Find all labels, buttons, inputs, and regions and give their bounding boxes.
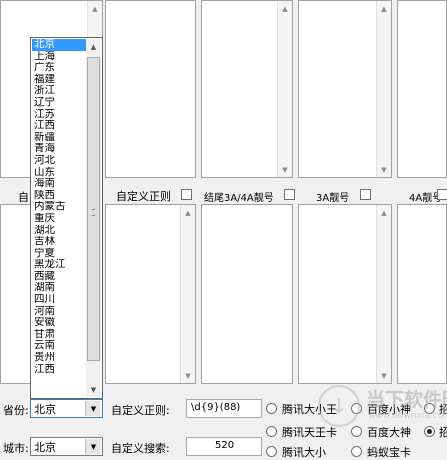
list-pane-9[interactable]: ▲ ▼ xyxy=(298,204,392,384)
3a-label: 3A靓号 xyxy=(316,193,350,204)
scrollbar[interactable]: ▲ ▼ xyxy=(277,1,292,177)
province-option[interactable]: 海南 xyxy=(32,178,87,190)
scroll-down-icon[interactable]: ▼ xyxy=(278,162,292,177)
scroll-up-icon[interactable]: ▲ xyxy=(88,1,102,16)
province-option[interactable]: 福建 xyxy=(32,74,87,86)
province-option[interactable]: 江西 xyxy=(32,364,87,376)
custom-regex-filter-label: 自定义正则 xyxy=(116,190,171,203)
radio-tencent-small[interactable] xyxy=(266,446,277,457)
list-pane-7[interactable]: ▲ ▼ xyxy=(105,204,196,384)
radio-ant-card[interactable] xyxy=(351,446,362,457)
province-option[interactable]: 四川 xyxy=(32,294,87,306)
scroll-up-icon[interactable]: ▲ xyxy=(278,1,292,16)
province-option[interactable]: 辽宁 xyxy=(32,97,87,109)
province-select-value: 北京 xyxy=(34,403,56,416)
regex-label: 自定义正则: xyxy=(111,404,170,417)
4a-checkbox[interactable] xyxy=(437,189,447,200)
tail-3a4a-checkbox[interactable] xyxy=(284,189,295,200)
province-option[interactable]: 内蒙古 xyxy=(32,201,87,213)
regex-input[interactable]: \d{9}(88) xyxy=(186,399,262,418)
province-select[interactable]: 北京 ▼ xyxy=(30,399,103,418)
radio-tencent-tianwang[interactable] xyxy=(266,426,277,437)
watermark-subtitle: www.downxia.com xyxy=(368,411,447,421)
province-dropdown-list[interactable]: 北京 上海 广东 福建 浙江 辽宁 江苏 江西 新疆 青海 河北 山东 海南 陕西 内蒙古 重庆 湖北 吉林 宁夏黑… xyxy=(30,37,103,399)
search-input[interactable]: 520 xyxy=(186,437,262,456)
province-option[interactable]: 上海 xyxy=(32,51,87,63)
custom-regex-checkbox[interactable] xyxy=(181,189,192,200)
scroll-up-icon[interactable]: ▲ xyxy=(181,205,195,220)
chevron-down-icon[interactable]: ▼ xyxy=(85,439,101,454)
province-option[interactable]: 河北 xyxy=(32,155,87,167)
province-option[interactable]: 甘肃 xyxy=(32,329,87,341)
province-option[interactable]: 陕西 xyxy=(32,190,87,202)
downxia-logo-icon: ↓ xyxy=(318,385,360,427)
radio-tencent-small-label: 腾讯大小 xyxy=(282,446,326,459)
province-option[interactable]: 青海 xyxy=(32,143,87,155)
province-option[interactable]: 新疆 xyxy=(32,132,87,144)
list-pane-5[interactable] xyxy=(397,0,447,178)
list-pane-10[interactable] xyxy=(397,204,447,384)
watermark: ↓ 当下软件园 www.downxia.com xyxy=(318,383,447,438)
province-option[interactable]: 贵州 xyxy=(32,352,87,364)
list-pane-3[interactable]: ▲ ▼ xyxy=(201,0,293,178)
scroll-down-icon[interactable]: ▼ xyxy=(377,368,391,383)
province-option[interactable]: 浙江 xyxy=(32,85,87,97)
province-option[interactable]: 黑龙江 xyxy=(32,259,87,271)
province-option[interactable]: 宁夏 xyxy=(32,248,87,260)
scroll-down-icon[interactable]: ▼ xyxy=(377,162,391,177)
scrollbar[interactable]: ▲ ▼ xyxy=(376,1,391,177)
scroll-up-icon[interactable]: ▲ xyxy=(86,39,101,54)
city-label: 城市: xyxy=(3,442,29,455)
province-option[interactable]: 江苏 xyxy=(32,109,87,121)
province-option[interactable]: 西藏 xyxy=(32,271,87,283)
province-option[interactable]: 湖南 xyxy=(32,282,87,294)
province-option[interactable]: 安徽 xyxy=(32,317,87,329)
city-select-value: 北京 xyxy=(34,441,56,454)
province-option[interactable]: 北京 xyxy=(32,39,87,51)
radio-ant-card-label: 蚂蚁宝卡 xyxy=(367,446,411,459)
3a-checkbox[interactable] xyxy=(360,189,371,200)
scroll-down-icon[interactable]: ▼ xyxy=(86,382,101,397)
watermark-title: 当下软件园 xyxy=(366,389,447,411)
province-option[interactable]: 山东 xyxy=(32,167,87,179)
scroll-up-icon[interactable]: ▲ xyxy=(377,205,391,220)
scrollbar[interactable]: ▲ ▼ xyxy=(376,205,391,383)
scrollbar[interactable]: ▲ ▼ xyxy=(180,205,195,383)
radio-tencent-king[interactable] xyxy=(266,403,277,414)
province-option[interactable]: 重庆 xyxy=(32,213,87,225)
province-label: 省份: xyxy=(3,404,29,417)
search-label: 自定义搜索: xyxy=(111,442,170,455)
scroll-thumb[interactable] xyxy=(87,57,100,361)
dropdown-scrollbar[interactable]: ▲ ▼ xyxy=(86,39,101,397)
province-option[interactable]: 湖北 xyxy=(32,225,87,237)
filter-label-col1: 自 xyxy=(18,191,29,204)
scroll-up-icon[interactable]: ▲ xyxy=(377,1,391,16)
province-option[interactable]: 河南 xyxy=(32,306,87,318)
province-option[interactable]: 云南 xyxy=(32,340,87,352)
province-option[interactable]: 广东 xyxy=(32,62,87,74)
list-pane-4[interactable]: ▲ ▼ xyxy=(298,0,392,178)
tail-3a4a-label: 结尾3A/4A靓号 xyxy=(204,193,274,204)
chevron-down-icon[interactable]: ▼ xyxy=(85,401,101,416)
province-option[interactable]: 吉林 xyxy=(32,236,87,248)
scroll-down-icon[interactable]: ▼ xyxy=(181,368,195,383)
province-options: 北京 上海 广东 福建 浙江 辽宁 江苏 江西 新疆 青海 河北 山东 海南 陕西 内蒙古 重庆 湖北 吉林 宁夏黑… xyxy=(32,39,87,375)
list-pane-8[interactable] xyxy=(201,204,293,384)
list-pane-2[interactable] xyxy=(105,0,196,178)
city-select[interactable]: 北京 ▼ xyxy=(30,437,103,456)
province-option[interactable]: 江西 xyxy=(32,120,87,132)
